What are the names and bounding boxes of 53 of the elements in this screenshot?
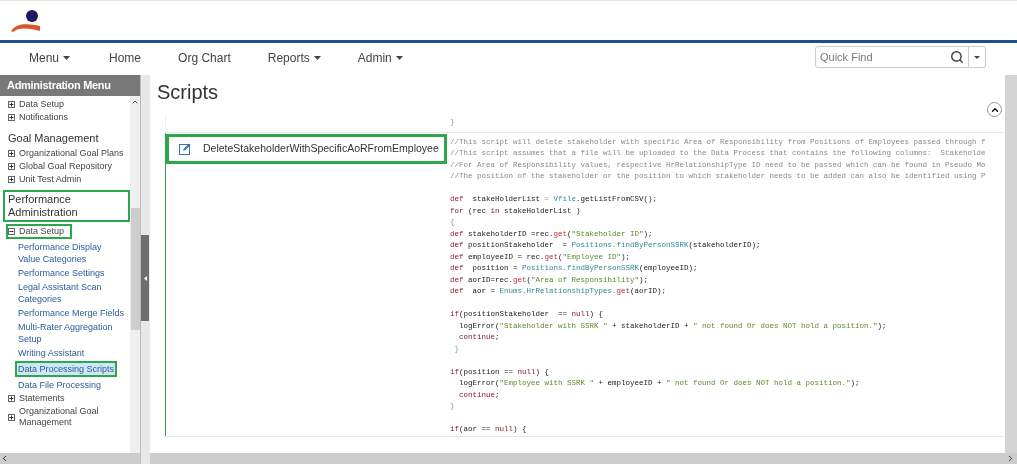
expand-icon[interactable] [8,176,15,183]
expand-icon[interactable] [8,101,15,108]
scrollbar[interactable] [1005,75,1017,453]
expand-icon[interactable] [8,163,15,170]
script-name: DeleteStakeholderWithSpecificAoRFromEmployee [203,140,439,156]
page-title: Scripts [157,81,219,103]
nav-link[interactable]: Reports [267,49,321,67]
quick-find-field[interactable]: Quick Find [815,46,969,68]
tree-item[interactable]: Organizational Goal Plans [8,148,124,159]
scroll-right-icon[interactable] [1006,454,1015,463]
section-heading: Performance Administration [3,190,130,222]
tree-item[interactable]: Statements [8,393,65,404]
caret-icon [395,56,403,60]
tree-item[interactable]: Global Goal Repository [8,161,113,172]
expand-icon[interactable] [8,395,15,402]
horizontal-scrollbar[interactable] [150,453,1017,464]
collapse-sidebar-handle[interactable] [141,235,149,321]
expand-icon[interactable] [8,114,15,121]
scrollbar[interactable] [130,96,140,453]
logo-icon [10,8,42,33]
nav-link[interactable]: Admin [357,49,403,67]
scrollbar-thumb[interactable] [131,208,140,330]
tree-item[interactable]: Data Setup [6,224,73,239]
horizontal-scrollbar[interactable] [0,453,140,464]
tree-item[interactable]: Unit Test Admin [8,174,82,185]
caret-icon [313,56,321,60]
tree-link[interactable]: Performance Merge Fields [18,307,125,319]
search-icon[interactable] [950,50,964,64]
scroll-left-icon[interactable] [0,454,9,463]
tree-link[interactable]: Writing Assistant [18,347,85,359]
caret-icon [143,275,147,281]
edit-icon[interactable] [179,142,191,155]
caret-icon [63,56,71,60]
scroll-up-icon[interactable] [131,98,139,106]
expand-icon[interactable] [8,413,15,421]
tree-item[interactable]: Notifications [8,112,69,123]
expand-icon[interactable] [8,150,15,157]
caret-icon [973,55,980,59]
collapse-icon[interactable] [8,228,15,235]
tree-link[interactable]: Data Processing Scripts [15,361,118,377]
nav-link[interactable]: Org Chart [178,49,231,67]
tree-link[interactable]: Legal Assistant Scan Categories [18,281,126,305]
tree-link[interactable]: Data File Processing [18,379,102,391]
nav-link[interactable]: Menu [29,49,71,67]
sidebar-title: Administration Menu [0,75,140,96]
nav-link[interactable]: Home [109,49,142,67]
section-heading: Goal Management [8,132,99,145]
tree-item[interactable]: Organizational Goal Management [8,406,130,428]
tree-link[interactable]: Performance Display Value Categories [18,241,126,265]
tree-item[interactable]: Data Setup [8,99,65,110]
script-name-cell[interactable]: DeleteStakeholderWithSpecificAoRFromEmployee [166,133,447,164]
tree-link[interactable]: Performance Settings [18,267,105,279]
tree-link[interactable]: Multi-Rater Aggregation Setup [18,321,126,345]
